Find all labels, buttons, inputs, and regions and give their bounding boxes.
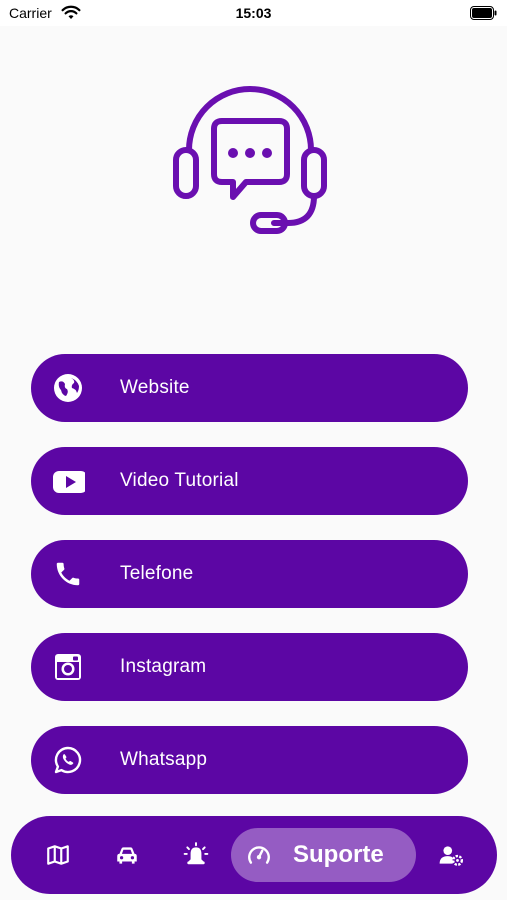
website-label: Website xyxy=(120,377,190,398)
video-tutorial-label: Video Tutorial xyxy=(120,470,239,491)
bottom-navigation: Suporte xyxy=(11,816,497,894)
alarm-icon[interactable] xyxy=(183,842,209,868)
support-headset-icon xyxy=(173,86,327,234)
suporte-tab[interactable]: Suporte xyxy=(231,828,416,882)
status-bar: Carrier 15:03 xyxy=(0,0,507,26)
user-settings-icon[interactable] xyxy=(438,842,464,868)
suporte-label: Suporte xyxy=(293,841,384,868)
instagram-button[interactable]: Instagram xyxy=(31,633,468,701)
whatsapp-button[interactable]: Whatsapp xyxy=(31,726,468,794)
status-time: 15:03 xyxy=(235,5,272,21)
whatsapp-icon xyxy=(54,746,82,774)
instagram-label: Instagram xyxy=(120,656,207,677)
support-menu: Website Video Tutorial Telefone Instagra… xyxy=(31,354,468,819)
car-icon[interactable] xyxy=(114,842,140,868)
whatsapp-label: Whatsapp xyxy=(120,749,208,770)
phone-icon xyxy=(56,562,80,586)
video-tutorial-button[interactable]: Video Tutorial xyxy=(31,447,468,515)
globe-icon xyxy=(54,374,82,402)
telefone-label: Telefone xyxy=(120,563,194,584)
battery-icon xyxy=(470,6,497,20)
telefone-button[interactable]: Telefone xyxy=(31,540,468,608)
youtube-icon xyxy=(53,471,85,493)
map-icon[interactable] xyxy=(45,842,71,868)
gauge-icon xyxy=(248,846,270,864)
instagram-icon xyxy=(55,654,81,680)
website-button[interactable]: Website xyxy=(31,354,468,422)
